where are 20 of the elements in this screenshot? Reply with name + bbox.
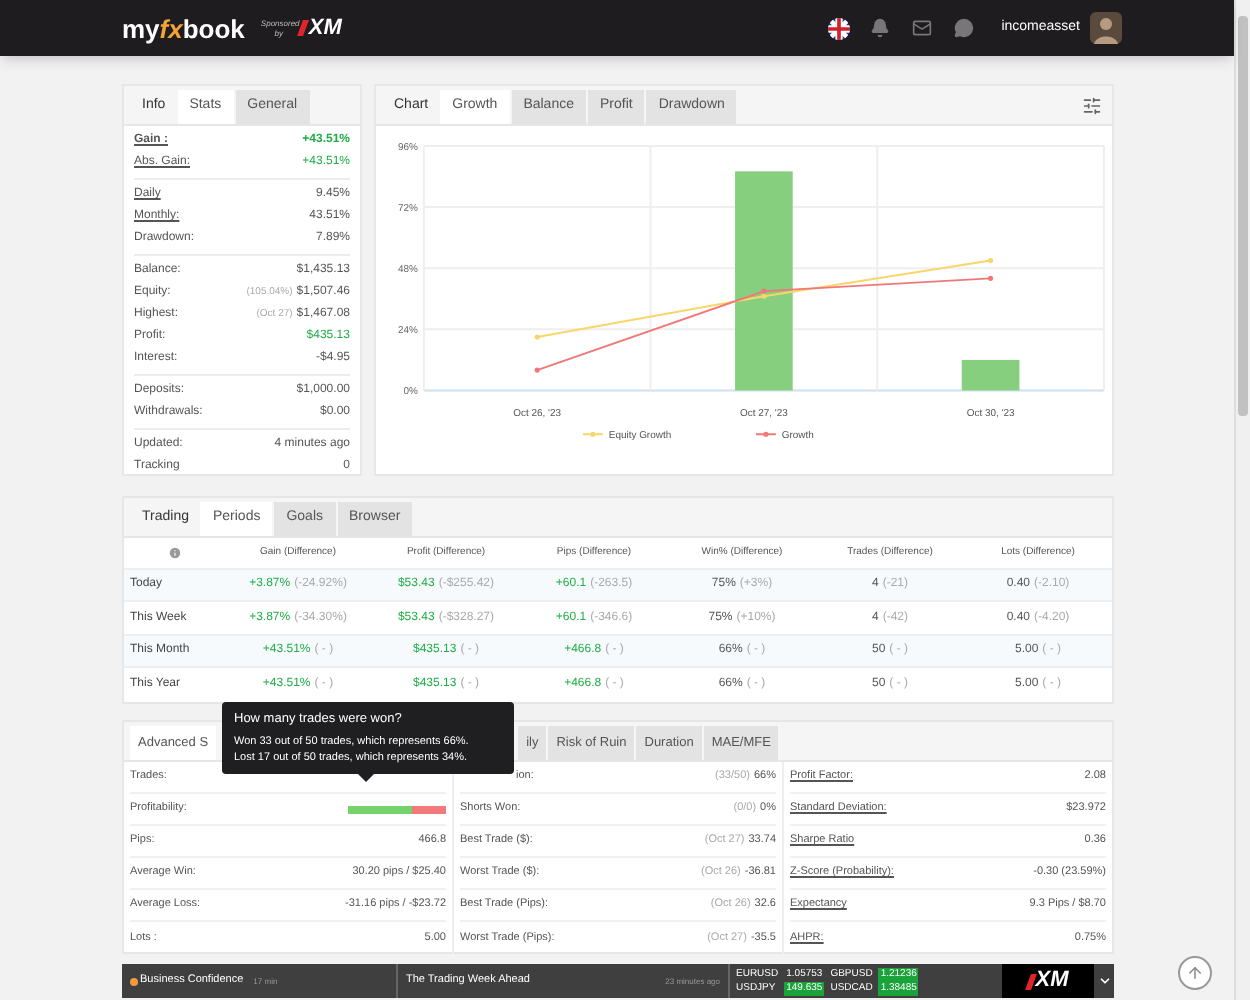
legend-marker xyxy=(754,431,777,437)
info-icon[interactable] xyxy=(167,545,181,560)
expand-button[interactable] xyxy=(1094,964,1114,998)
bell-icon[interactable] xyxy=(869,18,890,38)
bar xyxy=(961,359,1020,391)
mail-icon[interactable] xyxy=(911,18,932,38)
scrollbar-thumb[interactable] xyxy=(1238,16,1248,416)
arrow-up-icon xyxy=(1186,964,1204,982)
logo[interactable]: myfxbook xyxy=(122,15,245,41)
chat-icon[interactable] xyxy=(953,18,974,38)
scroll-top-button[interactable] xyxy=(1178,956,1212,990)
broker-banner[interactable]: XM xyxy=(1002,964,1094,998)
flag-icon[interactable] xyxy=(827,17,850,39)
scrollbar[interactable] xyxy=(1234,0,1250,1000)
caret-icon xyxy=(1097,974,1111,988)
settings-icon[interactable] xyxy=(1082,96,1102,116)
legend-marker xyxy=(581,431,604,437)
banner-logo: XM xyxy=(1035,966,1069,997)
sponsor-logo[interactable]: XM xyxy=(300,11,342,45)
avatar[interactable] xyxy=(1090,12,1122,44)
